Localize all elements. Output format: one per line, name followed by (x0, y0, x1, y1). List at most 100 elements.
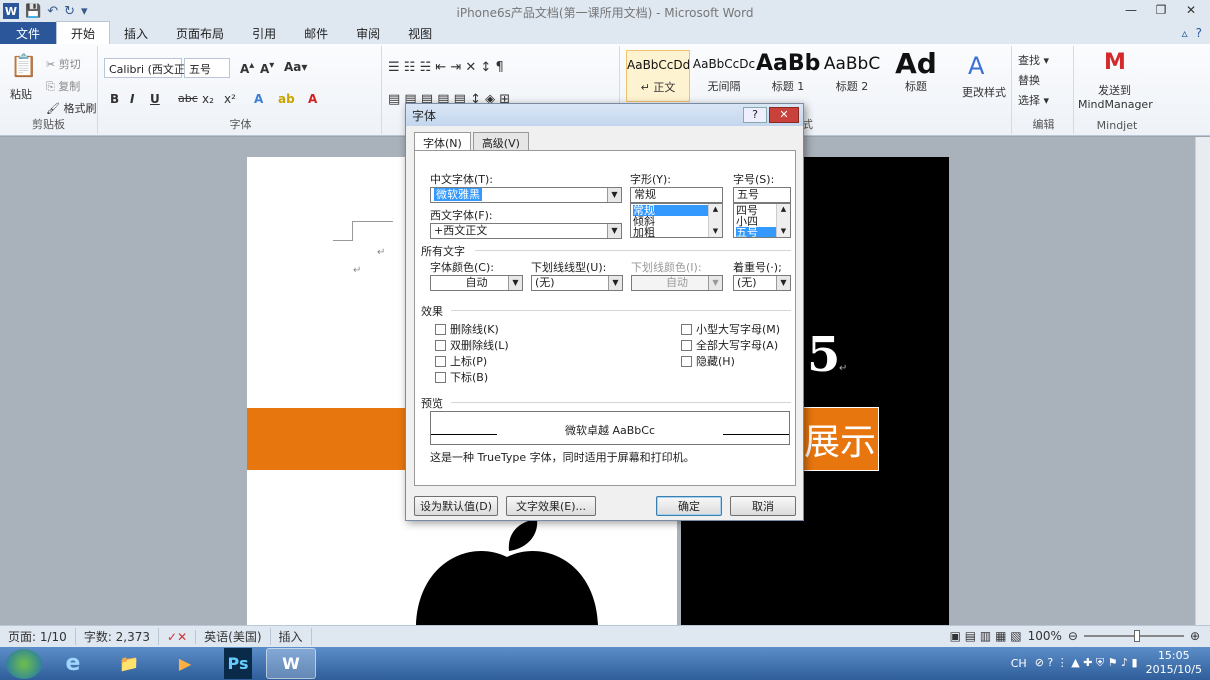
minimize-ribbon-icon[interactable]: ▵ (1182, 26, 1188, 40)
font-style-input[interactable]: 常规 (630, 187, 723, 203)
close-button[interactable]: ✕ (1176, 0, 1206, 20)
paste-button[interactable]: 粘贴 (10, 86, 32, 102)
mindmanager-icon[interactable]: M (1104, 50, 1126, 75)
copy-button[interactable]: ⎘ 复制 (46, 78, 80, 94)
font-size-list[interactable]: 四号 小四 五号 ▲ ▼ (733, 203, 791, 238)
change-case-icon[interactable]: Aa▾ (284, 60, 307, 74)
ok-button[interactable]: 确定 (656, 496, 722, 516)
format-painter-button[interactable]: 🖌 格式刷 (46, 100, 96, 116)
send-to-label[interactable]: 发送到 (1098, 82, 1131, 98)
mindmanager-label[interactable]: MindManager (1078, 98, 1153, 111)
all-caps-checkbox[interactable]: 全部大写字母(A) (681, 337, 778, 353)
subscript-button[interactable]: x₂ (202, 92, 214, 106)
font-size-input[interactable]: 五号 (733, 187, 791, 203)
chevron-down-icon[interactable]: ▼ (776, 276, 790, 290)
western-font-combo[interactable]: +西文正文 ▼ (430, 223, 622, 239)
vertical-scrollbar[interactable] (1195, 137, 1210, 625)
underline-type-combo[interactable]: (无) ▼ (531, 275, 623, 291)
text-effects-button[interactable]: 文字效果(E)... (506, 496, 596, 516)
ime-indicator[interactable]: CH (1011, 657, 1027, 670)
taskbar-word[interactable]: W (266, 648, 316, 679)
small-caps-checkbox[interactable]: 小型大写字母(M) (681, 321, 780, 337)
tray-icons[interactable]: ⊘ ? ⋮ ▲ ✚ ⛨ ⚑ ♪ ▮ (1035, 656, 1138, 670)
style-heading-2[interactable]: AaBbC 标题 2 (820, 50, 884, 102)
taskbar-media-player[interactable]: ▶ (160, 648, 210, 679)
redo-icon[interactable]: ↻ (64, 4, 75, 19)
zoom-in-button[interactable]: ⊕ (1190, 629, 1200, 643)
tab-mailings[interactable]: 邮件 (290, 22, 342, 44)
font-color-icon[interactable]: A (308, 92, 317, 106)
taskbar-ie[interactable]: e (48, 648, 98, 679)
paste-icon[interactable]: 📋 (10, 54, 37, 79)
font-size-combo[interactable]: 五号 (184, 58, 230, 78)
tab-references[interactable]: 引用 (238, 22, 290, 44)
grow-font-icon[interactable]: A▴ (240, 60, 254, 76)
tab-page-layout[interactable]: 页面布局 (162, 22, 238, 44)
dialog-help-button[interactable]: ? (743, 107, 767, 123)
style-heading-1[interactable]: AaBb 标题 1 (756, 50, 820, 102)
select-button[interactable]: 选择 ▾ (1018, 92, 1049, 108)
highlight-icon[interactable]: ab (278, 92, 295, 106)
clock[interactable]: 15:05 2015/10/5 (1146, 649, 1202, 677)
superscript-checkbox[interactable]: 上标(P) (435, 353, 487, 369)
word-count[interactable]: 字数: 2,373 (76, 628, 160, 645)
shrink-font-icon[interactable]: A▾ (260, 60, 274, 76)
chinese-font-combo[interactable]: 微软雅黑 ▼ (430, 187, 622, 203)
start-button[interactable] (6, 648, 42, 679)
font-name-combo[interactable]: Calibri (西文正 (104, 58, 185, 78)
font-style-list[interactable]: 常规 倾斜 加粗 ▲ ▼ (630, 203, 723, 238)
page-indicator[interactable]: 页面: 1/10 (0, 628, 76, 645)
minimize-button[interactable]: — (1116, 0, 1146, 20)
zoom-slider-thumb[interactable] (1133, 630, 1140, 642)
font-color-combo[interactable]: 自动 ▼ (430, 275, 523, 291)
cancel-button[interactable]: 取消 (730, 496, 796, 516)
find-button[interactable]: 查找 ▾ (1018, 52, 1049, 68)
tab-insert[interactable]: 插入 (110, 22, 162, 44)
superscript-button[interactable]: x² (224, 92, 236, 106)
set-default-button[interactable]: 设为默认值(D) (414, 496, 498, 516)
strikethrough-checkbox[interactable]: 删除线(K) (435, 321, 499, 337)
list-scrollbar[interactable]: ▲ ▼ (776, 204, 790, 237)
undo-icon[interactable]: ↶ (47, 4, 58, 19)
change-styles-icon[interactable]: A (968, 52, 984, 80)
dialog-close-button[interactable]: ✕ (769, 107, 799, 123)
chevron-down-icon[interactable]: ▼ (608, 276, 622, 290)
insert-mode[interactable]: 插入 (271, 628, 312, 645)
subscript-checkbox[interactable]: 下标(B) (435, 369, 488, 385)
double-strikethrough-checkbox[interactable]: 双删除线(L) (435, 337, 509, 353)
bold-button[interactable]: B (110, 92, 119, 106)
style-normal[interactable]: AaBbCcDd ↵ 正文 (626, 50, 690, 102)
list-scrollbar[interactable]: ▲ ▼ (708, 204, 722, 237)
taskbar-explorer[interactable]: 📁 (104, 648, 154, 679)
style-title[interactable]: Ad 标题 (884, 50, 948, 102)
language-indicator[interactable]: 英语(美国) (196, 628, 271, 645)
chevron-down-icon[interactable]: ▼ (607, 188, 621, 202)
text-effects-icon[interactable]: A (254, 92, 263, 106)
strikethrough-button[interactable]: abc (178, 92, 198, 105)
zoom-out-button[interactable]: ⊖ (1068, 629, 1078, 643)
help-icon[interactable]: ? (1196, 26, 1202, 40)
change-styles-button[interactable]: 更改样式 (962, 84, 1006, 100)
zoom-level[interactable]: 100% (1028, 629, 1062, 643)
chevron-down-icon[interactable]: ▼ (508, 276, 522, 290)
tab-review[interactable]: 审阅 (342, 22, 394, 44)
taskbar-photoshop[interactable]: Ps (224, 648, 252, 679)
cut-button[interactable]: ✂ 剪切 (46, 56, 81, 72)
bullets-icon[interactable]: ☰ ☷ ☵ ⇤ ⇥ ✕ ↕ ¶ (388, 60, 504, 75)
emphasis-combo[interactable]: (无) ▼ (733, 275, 791, 291)
save-icon[interactable]: 💾 (25, 4, 41, 19)
hidden-checkbox[interactable]: 隐藏(H) (681, 353, 735, 369)
replace-button[interactable]: 替换 (1018, 72, 1040, 88)
zoom-slider[interactable] (1083, 630, 1184, 642)
tab-file[interactable]: 文件 (0, 22, 57, 44)
view-buttons[interactable]: ▣ ▤ ▥ ▦ ▧ (950, 629, 1022, 643)
list-item[interactable]: 加粗 (633, 227, 720, 237)
word-logo-icon[interactable]: W (3, 3, 19, 19)
proofing-icon[interactable]: ✓✕ (159, 629, 197, 644)
style-no-spacing[interactable]: AaBbCcDc 无间隔 (692, 50, 756, 102)
tab-home[interactable]: 开始 (56, 21, 111, 44)
underline-button[interactable]: U (150, 92, 160, 106)
restore-button[interactable]: ❐ (1146, 0, 1176, 20)
italic-button[interactable]: I (130, 92, 134, 106)
tab-view[interactable]: 视图 (394, 22, 446, 44)
